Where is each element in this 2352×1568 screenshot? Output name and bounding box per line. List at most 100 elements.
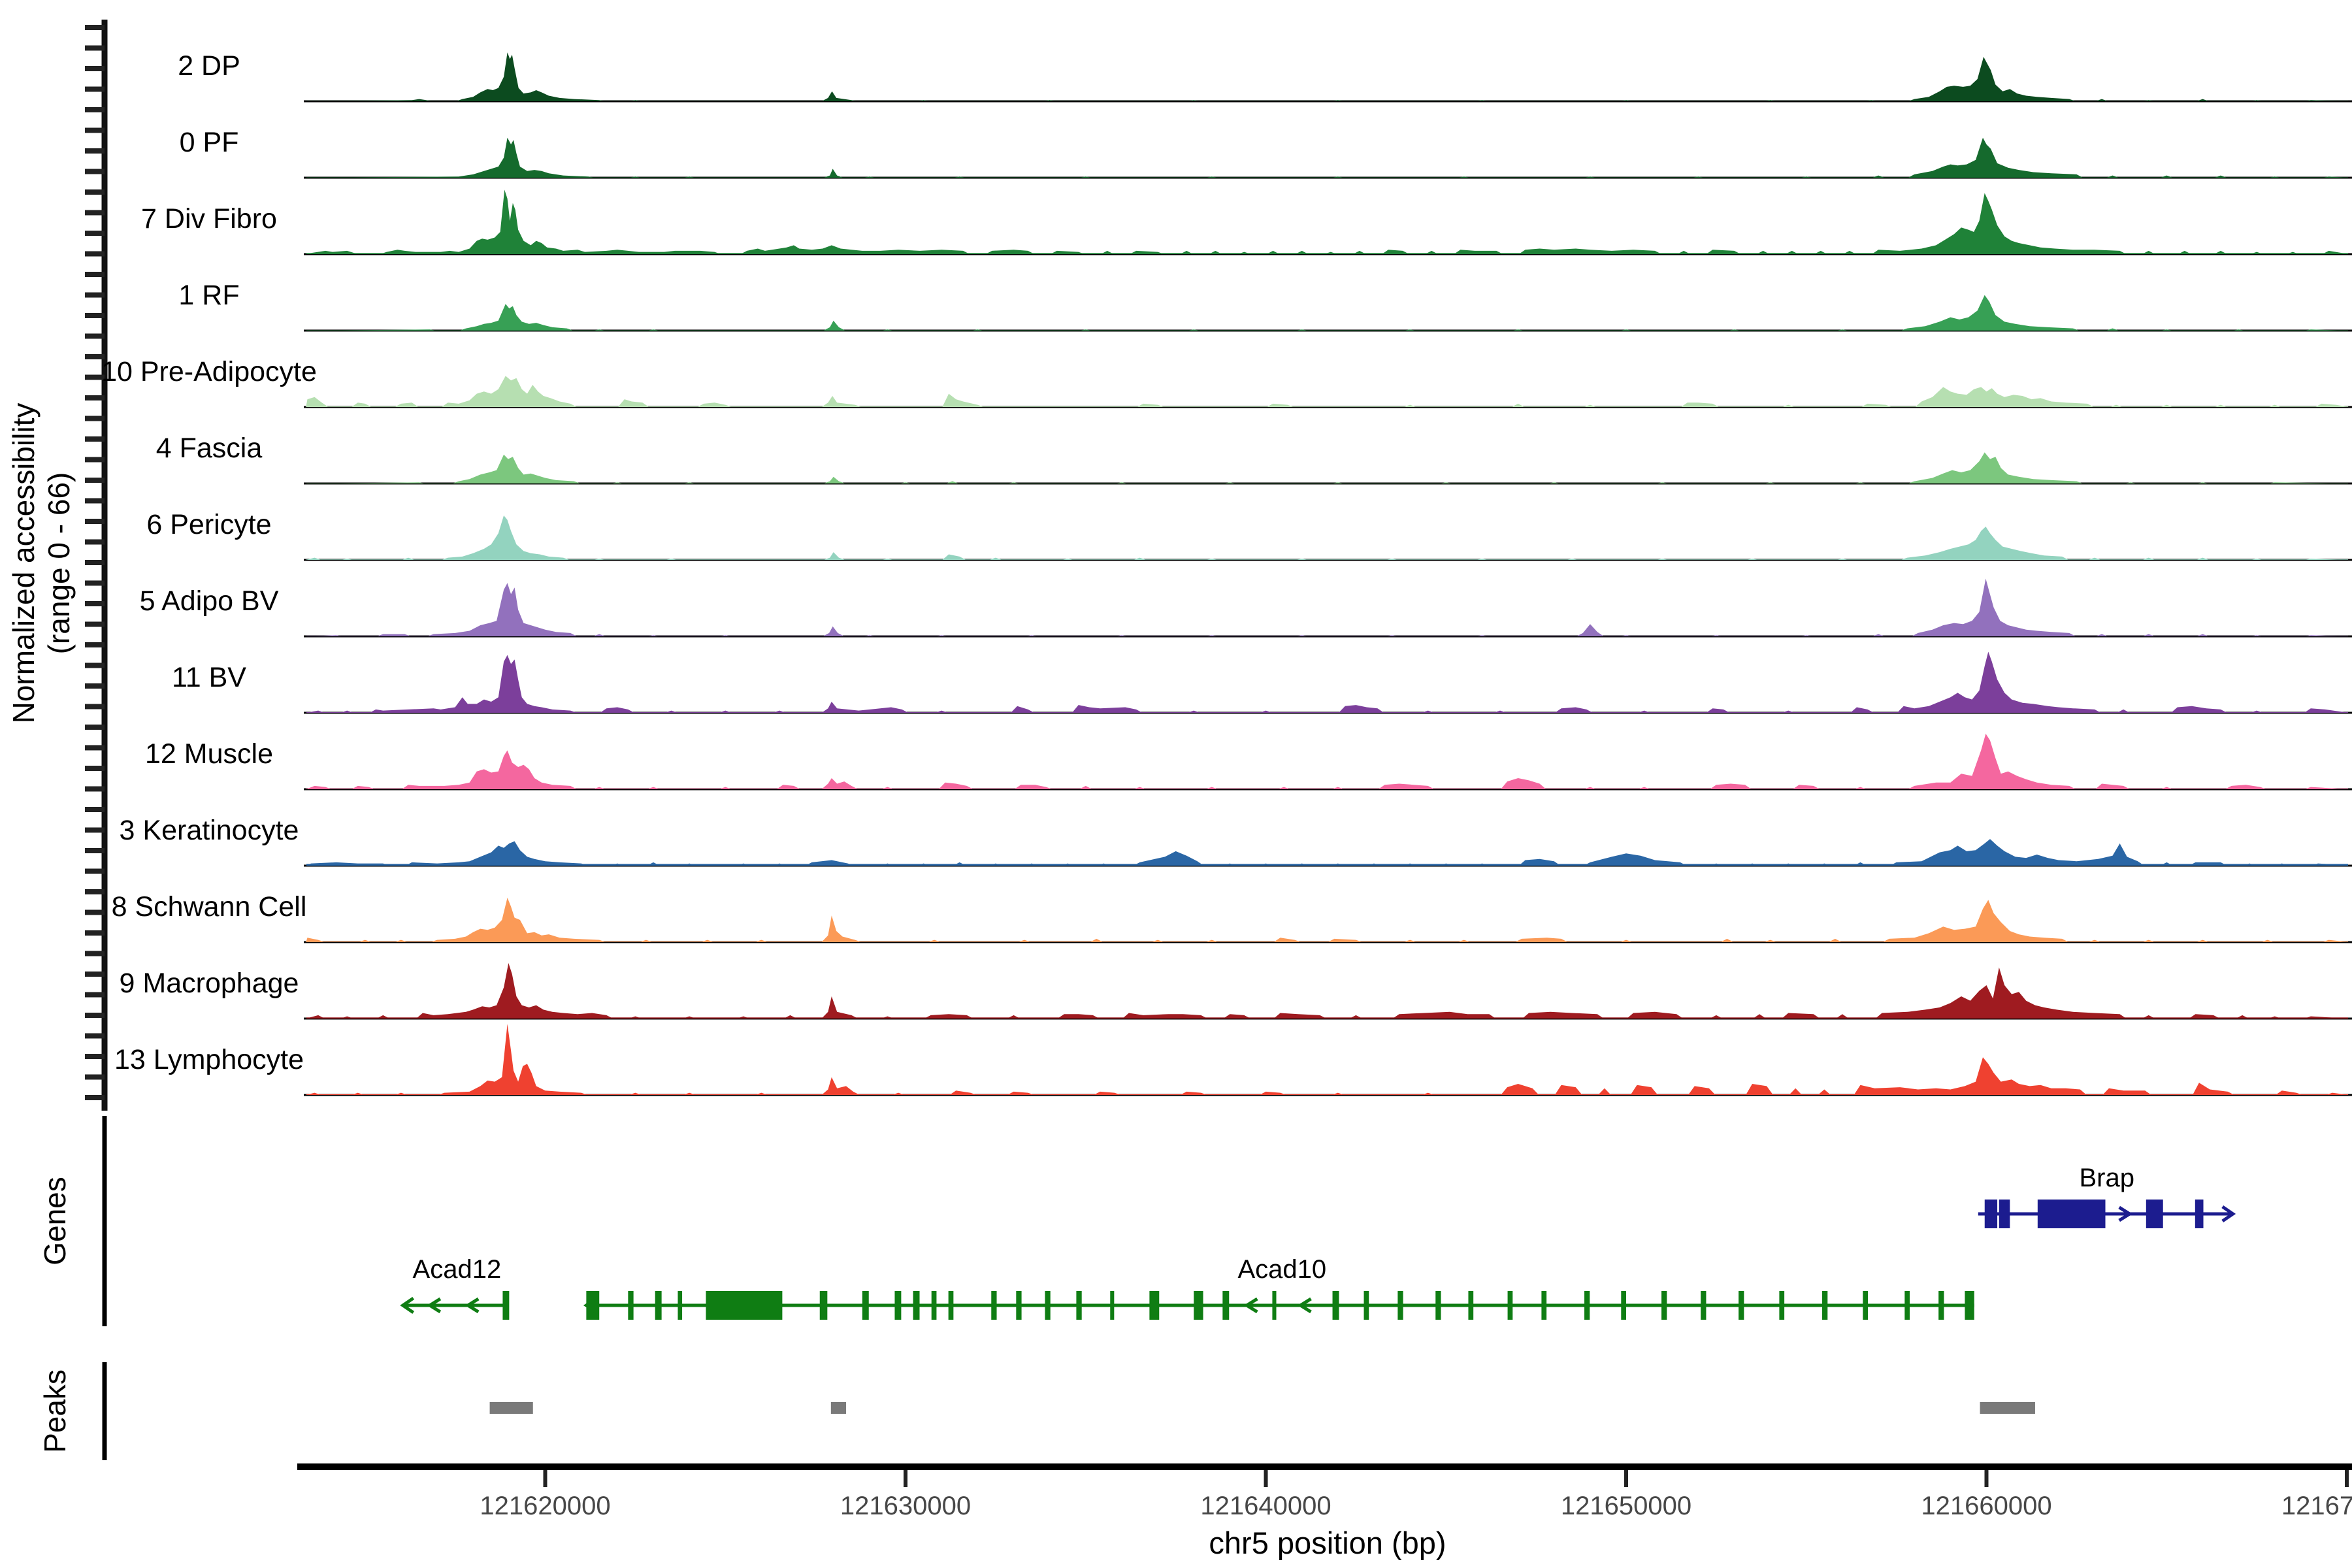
gene: Acad10 [586, 1255, 1974, 1320]
gene-exon [1435, 1291, 1441, 1320]
gene-exon [1194, 1291, 1203, 1320]
figure-container: Normalized accessibility (range 0 - 66) … [0, 0, 2352, 1568]
gene-exon [1661, 1291, 1667, 1320]
track-label: 8 Schwann Cell [112, 891, 307, 923]
gene-exon [1584, 1291, 1590, 1320]
gene-name-label: Acad12 [413, 1255, 502, 1284]
signal-track-row: 5 Adipo BV [140, 579, 2352, 636]
gene-exon [1621, 1291, 1626, 1320]
gene-name-label: Brap [2079, 1164, 2134, 1192]
track-label: 10 Pre-Adipocyte [101, 356, 317, 387]
signal-track-row: 9 Macrophage [120, 963, 2352, 1019]
genes-track: Acad12 Acad10 Brap [403, 1164, 2233, 1320]
signal-area [306, 734, 2352, 789]
peaks-section-label: Peaks [38, 1369, 72, 1453]
signal-area [306, 579, 2352, 636]
signal-area [306, 652, 2352, 713]
gene-exon [1985, 1200, 1997, 1228]
signal-area [306, 452, 2352, 483]
signal-track-row: 13 Lymphocyte [114, 1024, 2352, 1095]
x-axis-tick-label: 121640000 [1200, 1492, 1331, 1520]
gene-exon [932, 1291, 937, 1320]
gene-exon [1739, 1291, 1744, 1320]
peak-box [1980, 1402, 2035, 1414]
x-axis-tick-label: 121650000 [1561, 1492, 1691, 1520]
gene-exon [1999, 1200, 2010, 1228]
signal-track-row: 8 Schwann Cell [112, 891, 2352, 942]
y-axis-title-line1: Normalized accessibility [7, 403, 41, 724]
gene-exon [1397, 1291, 1403, 1320]
track-label: 1 RF [178, 280, 239, 311]
signal-area [306, 295, 2352, 331]
gene-exon [913, 1291, 920, 1320]
y-axis-title-line2: (range 0 - 66) [42, 472, 76, 655]
gene-exon [1016, 1291, 1021, 1320]
gene-exon [1701, 1291, 1706, 1320]
x-axis-tick-label: 121670000 [2281, 1492, 2352, 1520]
gene-exon [1938, 1291, 1944, 1320]
signal-area [306, 1024, 2352, 1095]
gene-exon [1110, 1291, 1114, 1320]
gene-exon [2146, 1200, 2163, 1228]
gene-exon [1508, 1291, 1513, 1320]
peaks-track [490, 1402, 2035, 1414]
track-label: 2 DP [178, 50, 240, 82]
x-axis-tick-label: 121660000 [1921, 1492, 2051, 1520]
signal-area [306, 138, 2352, 178]
signal-area [306, 52, 2352, 101]
signal-track-row: 11 BV [172, 652, 2352, 713]
signal-area [306, 839, 2352, 866]
signal-track-row: 0 PF [180, 127, 2352, 178]
track-label: 3 Keratinocyte [120, 815, 299, 846]
gene-exon [1541, 1291, 1546, 1320]
gene-exon [678, 1291, 682, 1320]
gene: Brap [1978, 1164, 2233, 1228]
track-label: 9 Macrophage [120, 968, 299, 999]
peak-box [490, 1402, 533, 1414]
gene-exon [991, 1291, 996, 1320]
signal-area [306, 515, 2352, 560]
signal-track-row: 6 Pericyte [146, 509, 2352, 560]
gene-exon [894, 1291, 901, 1320]
signal-track-row: 12 Muscle [145, 734, 2352, 789]
peak-box [831, 1402, 846, 1414]
x-axis-tick-label: 121630000 [840, 1492, 971, 1520]
track-label: 6 Pericyte [146, 509, 271, 540]
signal-track-row: 10 Pre-Adipocyte [101, 356, 2352, 407]
gene-exon [1149, 1291, 1159, 1320]
signal-track-row: 4 Fascia [156, 433, 2352, 483]
signal-track-row: 2 DP [178, 50, 2352, 101]
gene-name-label: Acad10 [1237, 1255, 1326, 1284]
track-label: 12 Muscle [145, 738, 273, 770]
signal-area [306, 963, 2352, 1019]
gene-exon [1965, 1291, 1974, 1320]
gene-exon [1863, 1291, 1868, 1320]
genes-section-label: Genes [38, 1177, 72, 1266]
gene-exon [1222, 1291, 1229, 1320]
gene-exon [862, 1291, 869, 1320]
track-label: 11 BV [172, 662, 246, 693]
gene-exon [1333, 1291, 1339, 1320]
gene-exon [1364, 1291, 1369, 1320]
gene-exon [706, 1291, 782, 1320]
x-axis-tick-label: 121620000 [480, 1492, 610, 1520]
gene: Acad12 [403, 1255, 510, 1320]
gene-exon [655, 1291, 662, 1320]
track-label: 4 Fascia [156, 433, 263, 464]
gene-exon [1904, 1291, 1910, 1320]
gene-exon [1822, 1291, 1827, 1320]
gene-exon [502, 1291, 509, 1320]
gene-exon [1779, 1291, 1784, 1320]
gene-exon [1272, 1291, 1276, 1320]
track-label: 0 PF [180, 127, 239, 158]
signal-track-row: 3 Keratinocyte [120, 815, 2352, 866]
signal-track-row: 1 RF [178, 280, 2352, 331]
gene-exon [2195, 1200, 2204, 1228]
x-axis-title: chr5 position (bp) [1209, 1526, 1446, 1560]
track-label: 13 Lymphocyte [114, 1044, 304, 1075]
gene-exon [2038, 1200, 2106, 1228]
track-label: 7 Div Fibro [141, 203, 277, 235]
gene-exon [1045, 1291, 1050, 1320]
gene-exon [628, 1291, 633, 1320]
x-axis: 121620000 121630000 121640000 121650000 1216… [297, 1467, 2352, 1520]
